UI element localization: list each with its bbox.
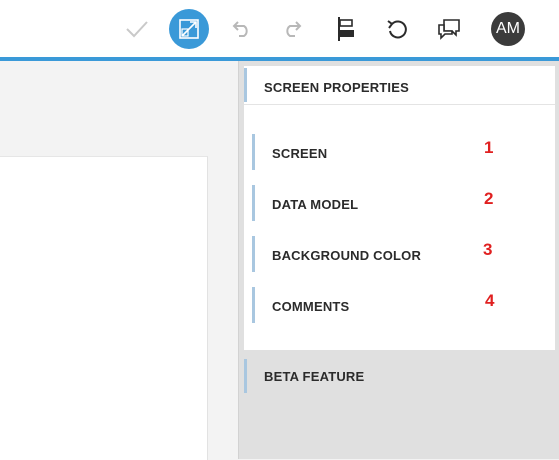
item-marker [252, 287, 255, 323]
avatar: AM [491, 12, 525, 46]
section-marker [244, 68, 247, 102]
property-label: BACKGROUND COLOR [272, 248, 422, 263]
screen-artboard[interactable] [0, 156, 208, 460]
toolbar: AM [0, 0, 559, 57]
section-header[interactable]: SCREEN PROPERTIES [244, 66, 555, 105]
beta-feature-title: BETA FEATURE [264, 369, 365, 384]
item-marker [252, 185, 255, 221]
property-item-background-color[interactable]: BACKGROUND COLOR 3 [252, 236, 552, 272]
property-label: SCREEN [272, 146, 328, 161]
section-marker [244, 359, 247, 393]
property-label: DATA MODEL [272, 197, 359, 212]
annotation-number: 3 [483, 240, 493, 259]
annotation-number: 2 [484, 189, 494, 208]
properties-panel: SCREEN PROPERTIES SCREEN 1 DATA MODEL 2 … [238, 61, 559, 459]
user-avatar-button[interactable]: AM [488, 9, 528, 49]
property-label: COMMENTS [272, 299, 350, 314]
comments-icon[interactable] [429, 9, 469, 49]
refresh-icon[interactable] [377, 9, 417, 49]
property-item-comments[interactable]: COMMENTS 4 [252, 287, 552, 323]
undo-icon[interactable] [221, 9, 261, 49]
annotation-number: 1 [484, 138, 494, 157]
canvas-area [0, 61, 238, 460]
item-marker [252, 236, 255, 272]
item-marker [252, 134, 255, 170]
redo-icon[interactable] [273, 9, 313, 49]
inspector-icon [169, 9, 209, 49]
beta-feature-section[interactable]: BETA FEATURE [244, 359, 555, 393]
property-item-data-model[interactable]: DATA MODEL 2 [252, 185, 552, 221]
inspector-button[interactable] [169, 9, 209, 49]
section-title: SCREEN PROPERTIES [264, 80, 409, 95]
align-icon[interactable] [325, 9, 365, 49]
checkmark-icon[interactable] [117, 9, 157, 49]
screen-properties-section: SCREEN PROPERTIES SCREEN 1 DATA MODEL 2 … [244, 66, 555, 350]
annotation-number: 4 [485, 291, 495, 310]
property-item-screen[interactable]: SCREEN 1 [252, 134, 552, 170]
